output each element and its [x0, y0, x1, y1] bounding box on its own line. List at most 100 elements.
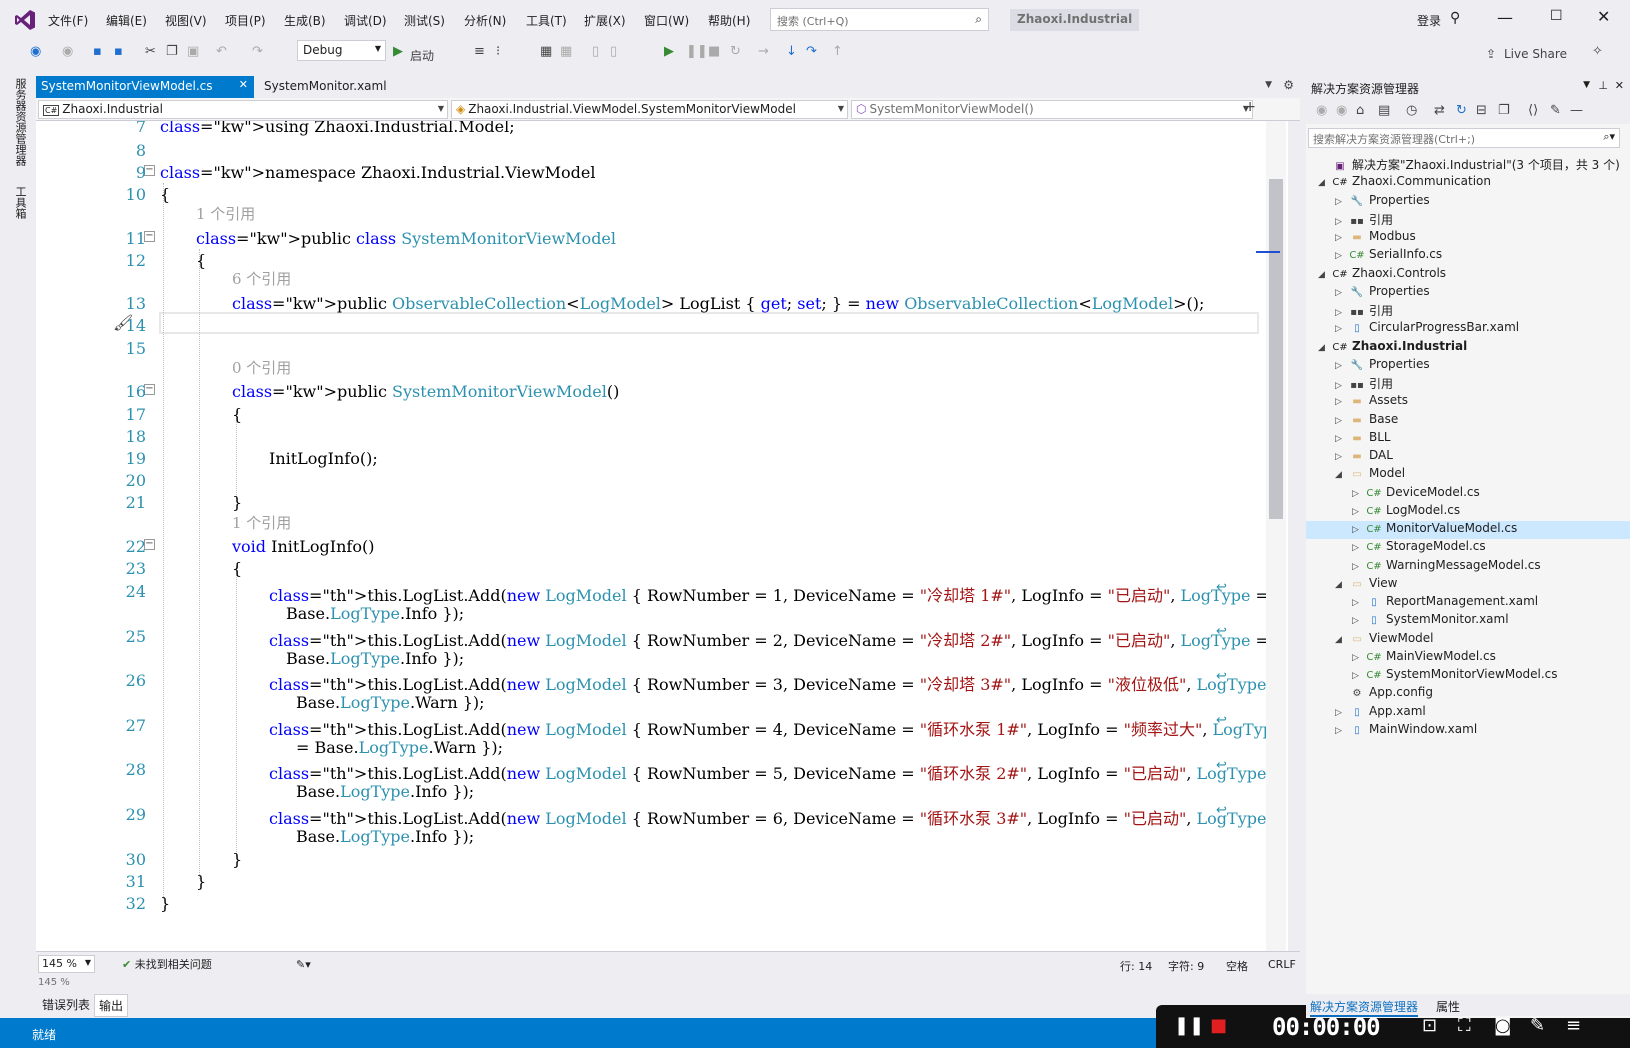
- collapsed-arrow-icon[interactable]: ▷: [1335, 726, 1349, 736]
- expanded-arrow-icon[interactable]: ◢: [1318, 178, 1332, 188]
- collapsed-arrow-icon[interactable]: ▷: [1352, 507, 1366, 517]
- tree-item[interactable]: ▷ ▬ Base: [1306, 412, 1630, 430]
- back-icon[interactable]: ◉: [1316, 103, 1327, 118]
- start-icon[interactable]: ▶: [393, 44, 403, 59]
- menu-extensions[interactable]: 扩展(X): [584, 12, 626, 29]
- redo-icon[interactable]: ↷: [252, 44, 263, 59]
- code-line[interactable]: }: [232, 850, 242, 869]
- tree-item[interactable]: ▷ ▯ CircularProgressBar.xaml: [1306, 320, 1630, 338]
- home-icon[interactable]: ⌂: [1356, 103, 1364, 118]
- save-icon[interactable]: ▪: [93, 44, 102, 59]
- tree-item[interactable]: ▷ ▯ ReportManagement.xaml: [1306, 594, 1630, 612]
- preview-icon[interactable]: —: [1570, 103, 1583, 118]
- code-line[interactable]: class="th">this.LogList.Add(new LogModel…: [269, 760, 1285, 784]
- tree-item[interactable]: ◢ C# Zhaoxi.Controls: [1306, 266, 1630, 284]
- project-dropdown[interactable]: C# Zhaoxi.Industrial ▼: [38, 100, 448, 119]
- tree-item[interactable]: ▷ 🔧 Properties: [1306, 357, 1630, 375]
- tree-item[interactable]: ▷ 🔧 Properties: [1306, 284, 1630, 302]
- collapsed-arrow-icon[interactable]: ▷: [1352, 562, 1366, 572]
- tree-item[interactable]: ▷ C# WarningMessageModel.cs: [1306, 558, 1630, 576]
- menu-project[interactable]: 项目(P): [225, 12, 266, 29]
- member-dropdown[interactable]: ⬡ SystemMonitorViewModel() ▼: [851, 100, 1253, 119]
- tree-item[interactable]: ▷ ▯ App.xaml: [1306, 704, 1630, 722]
- tree-item[interactable]: ▣ 解决方案"Zhaoxi.Industrial"(3 个项目，共 3 个): [1306, 156, 1630, 174]
- class-dropdown[interactable]: ◈ Zhaoxi.Industrial.ViewModel.SystemMonit…: [451, 100, 848, 119]
- codelens-references[interactable]: 6 个引用: [232, 268, 291, 289]
- tab-properties[interactable]: 属性: [1436, 998, 1460, 1015]
- code-line[interactable]: class="th">this.LogList.Add(new LogModel…: [269, 671, 1285, 695]
- tab-solution-explorer[interactable]: 解决方案资源管理器: [1310, 998, 1419, 1017]
- tree-item[interactable]: ⚙ App.config: [1306, 685, 1630, 703]
- tree-item[interactable]: ▷ C# SystemMonitorViewModel.cs: [1306, 667, 1630, 685]
- menu-help[interactable]: 帮助(H): [708, 12, 750, 29]
- collapsed-arrow-icon[interactable]: ▷: [1335, 251, 1349, 261]
- restart-icon[interactable]: ↻: [730, 44, 741, 59]
- stop-icon[interactable]: ■: [708, 44, 720, 59]
- code-line[interactable]: Base.LogType.Info });: [296, 782, 474, 801]
- issues-indicator[interactable]: ✔ 未找到相关问题: [122, 956, 212, 972]
- split-editor-icon[interactable]: +: [1244, 99, 1256, 115]
- server-explorer-tab[interactable]: 服务器资源管理器: [12, 78, 28, 178]
- stop-record-icon[interactable]: ■: [1210, 1015, 1227, 1036]
- tree-item[interactable]: ▷ 🔧 Properties: [1306, 193, 1630, 211]
- menu-analyze[interactable]: 分析(N): [464, 12, 506, 29]
- tree-item[interactable]: ▷ C# DeviceModel.cs: [1306, 485, 1630, 503]
- live-share-icon[interactable]: ⇪: [1486, 47, 1496, 61]
- feedback-icon[interactable]: ✧: [1592, 44, 1603, 59]
- close-panel-icon[interactable]: ✕: [1615, 79, 1624, 92]
- show-next-icon[interactable]: →: [758, 44, 769, 59]
- tree-item[interactable]: ▷ ▪▪ 引用: [1306, 211, 1630, 229]
- code-line[interactable]: class="th">this.LogList.Add(new LogModel…: [269, 582, 1269, 606]
- switch-views-icon[interactable]: ▤: [1378, 103, 1390, 118]
- tree-item[interactable]: ▷ ▯ SystemMonitor.xaml: [1306, 612, 1630, 630]
- tab-output[interactable]: 输出: [94, 994, 129, 1017]
- menu-edit[interactable]: 编辑(E): [106, 12, 147, 29]
- code-line[interactable]: class="kw">namespace Zhaoxi.Industrial.V…: [160, 163, 596, 182]
- solution-search-input[interactable]: 搜索解决方案资源管理器(Ctrl+;) ⌕▾: [1308, 128, 1620, 148]
- codelens-references[interactable]: 1 个引用: [232, 512, 291, 533]
- tree-item[interactable]: ▷ C# StorageModel.cs: [1306, 539, 1630, 557]
- pause-record-icon[interactable]: ❚❚: [1174, 1015, 1204, 1036]
- paste-icon[interactable]: ▣: [187, 44, 199, 59]
- undo-icon[interactable]: ↶: [216, 44, 227, 59]
- collapsed-arrow-icon[interactable]: ▷: [1352, 598, 1366, 608]
- collapsed-arrow-icon[interactable]: ▷: [1335, 381, 1349, 391]
- scrollbar-thumb[interactable]: [1269, 179, 1283, 519]
- code-editor[interactable]: − − − − 🖌 7 8 9 10 11 12 13 14 15 16 17 …: [36, 121, 1288, 951]
- save-all-icon[interactable]: ▪: [114, 44, 123, 59]
- eol-indicator[interactable]: CRLF: [1268, 958, 1296, 971]
- account-icon[interactable]: ⚲: [1450, 10, 1460, 26]
- code-line[interactable]: {: [232, 559, 242, 578]
- menu-tools[interactable]: 工具(T): [526, 12, 567, 29]
- tree-item[interactable]: ◢ C# Zhaoxi.Industrial: [1306, 339, 1630, 357]
- codelens-references[interactable]: 1 个引用: [196, 203, 255, 224]
- collapsed-arrow-icon[interactable]: ▷: [1352, 543, 1366, 553]
- collapsed-arrow-icon[interactable]: ▷: [1352, 671, 1366, 681]
- tree-item[interactable]: ▷ ▬ Assets: [1306, 393, 1630, 411]
- collapsed-arrow-icon[interactable]: ▷: [1352, 653, 1366, 663]
- code-line[interactable]: Base.LogType.Info });: [286, 604, 464, 623]
- tree-item[interactable]: ▷ ▬ BLL: [1306, 430, 1630, 448]
- sync-icon[interactable]: ⇄: [1434, 103, 1445, 118]
- tree-item[interactable]: ◢ ▭ View: [1306, 576, 1630, 594]
- code-line[interactable]: class="kw">public class SystemMonitorVie…: [196, 229, 616, 248]
- code-line[interactable]: class="kw">public ObservableCollection<L…: [232, 294, 1204, 313]
- collapsed-arrow-icon[interactable]: ▷: [1335, 308, 1349, 318]
- tree-item[interactable]: ▷ C# MonitorValueModel.cs: [1306, 521, 1630, 539]
- close-icon[interactable]: ✕: [1597, 7, 1610, 26]
- code-cleanup-icon[interactable]: ✎▾: [296, 958, 311, 971]
- collapsed-arrow-icon[interactable]: ▷: [1352, 525, 1366, 535]
- tree-item[interactable]: ▷ ▪▪ 引用: [1306, 375, 1630, 393]
- menu-test[interactable]: 测试(S): [404, 12, 445, 29]
- tree-item[interactable]: ▷ ▪▪ 引用: [1306, 302, 1630, 320]
- collapsed-arrow-icon[interactable]: ▷: [1335, 708, 1349, 718]
- expanded-arrow-icon[interactable]: ◢: [1335, 580, 1349, 590]
- tree-item[interactable]: ◢ C# Zhaoxi.Communication: [1306, 174, 1630, 192]
- tree-item[interactable]: ▷ C# SerialInfo.cs: [1306, 247, 1630, 265]
- solution-configuration-select[interactable]: Debug ▼: [297, 40, 386, 61]
- close-tab-icon[interactable]: ✕: [239, 78, 248, 91]
- menu-view[interactable]: 视图(V): [165, 12, 207, 29]
- refresh-icon[interactable]: ↻: [1456, 103, 1467, 118]
- expanded-arrow-icon[interactable]: ◢: [1335, 470, 1349, 480]
- code-line[interactable]: = Base.LogType.Warn });: [296, 738, 503, 757]
